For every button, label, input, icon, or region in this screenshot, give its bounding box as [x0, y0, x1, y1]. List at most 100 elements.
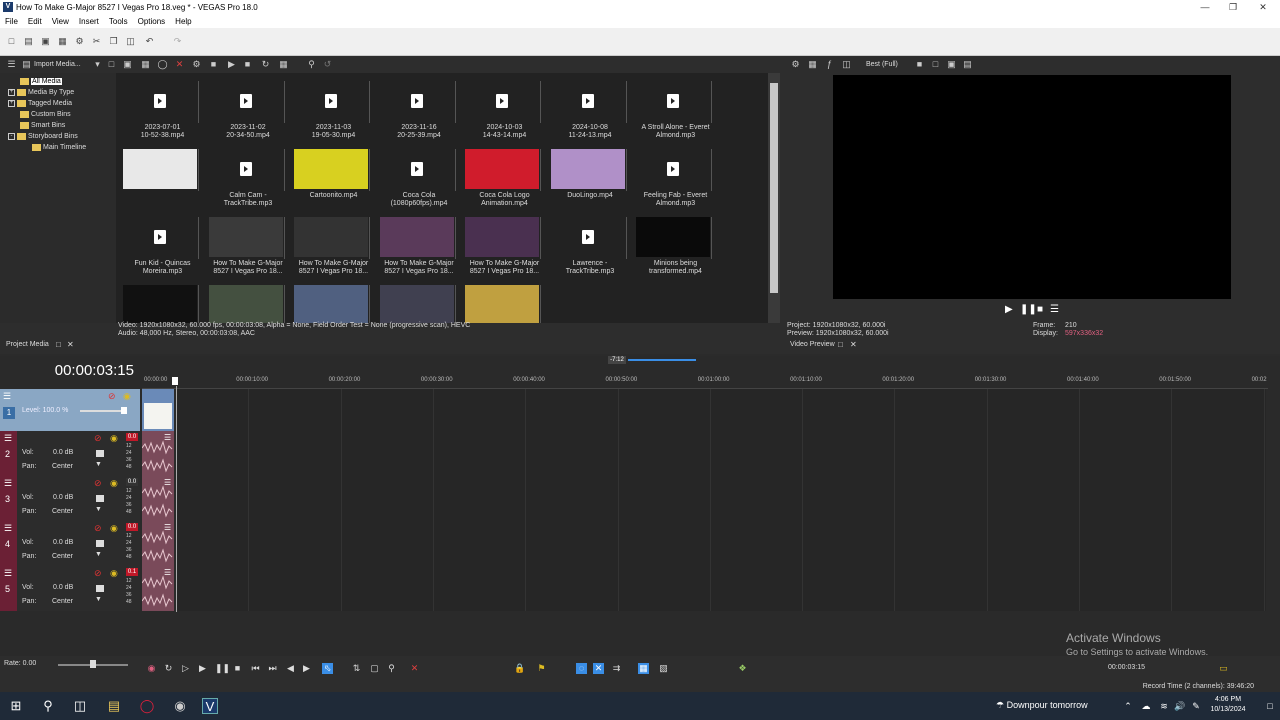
search-icon[interactable]: ⚲: [40, 698, 56, 714]
play-icon[interactable]: ▶: [197, 663, 208, 674]
project-media-menu-icon[interactable]: ☰: [6, 59, 17, 70]
mute-icon[interactable]: ⊘: [94, 568, 102, 579]
ignore-grouping-icon[interactable]: ▧: [658, 663, 669, 674]
copy-snapshot-icon[interactable]: ▣: [946, 59, 957, 70]
media-item[interactable]: DuoLingo.mp4: [548, 145, 633, 213]
delete-icon[interactable]: ✕: [174, 59, 185, 70]
media-item[interactable]: [120, 145, 205, 213]
tree-smart-bins[interactable]: Smart Bins: [20, 120, 65, 130]
play-icon[interactable]: ▶: [226, 59, 237, 70]
playhead-marker[interactable]: [172, 377, 178, 385]
clip-menu-icon[interactable]: ☰: [164, 568, 171, 577]
media-item[interactable]: [377, 281, 462, 323]
open-folder-icon[interactable]: ▤: [23, 36, 34, 47]
minimize-button[interactable]: —: [1190, 1, 1220, 14]
go-to-end-icon[interactable]: ⏭: [267, 663, 278, 674]
media-item[interactable]: [462, 281, 547, 323]
media-scrollbar[interactable]: [768, 73, 780, 323]
cut-icon[interactable]: ✂: [91, 36, 102, 47]
preview-menu-icon[interactable]: ☰: [1050, 304, 1059, 315]
obs-icon[interactable]: ◉: [172, 698, 188, 714]
save-icon[interactable]: ▣: [40, 36, 51, 47]
overlays-icon[interactable]: ■: [914, 59, 925, 70]
solo-icon[interactable]: ◉: [110, 523, 118, 534]
track-menu-icon[interactable]: ☰: [4, 523, 12, 534]
media-item[interactable]: A Stroll Alone - Everet Almond.mp3: [633, 77, 718, 145]
undo-icon[interactable]: ↶: [144, 36, 155, 47]
remove-unused-icon[interactable]: ◯: [157, 59, 168, 70]
preview-quality-select[interactable]: Best (Full): [866, 61, 898, 68]
project-media-tab[interactable]: Project Media □ ✕: [0, 340, 120, 350]
stop-icon[interactable]: ■: [208, 59, 219, 70]
lock-envelopes-icon[interactable]: ▦: [638, 663, 649, 674]
zoom-tool-icon[interactable]: ⚲: [386, 663, 397, 674]
scroll-thumb[interactable]: [770, 83, 778, 293]
tree-custom-bins[interactable]: Custom Bins: [20, 109, 71, 119]
copy-icon[interactable]: ❐: [108, 36, 119, 47]
tree-main-timeline[interactable]: Main Timeline: [32, 142, 86, 152]
close-window-button[interactable]: ✕: [1248, 1, 1278, 14]
split-screen-icon[interactable]: ◫: [841, 59, 852, 70]
views-icon[interactable]: ▦: [278, 59, 289, 70]
envelope-tool-icon[interactable]: ⇅: [351, 663, 362, 674]
close-tab-icon[interactable]: ✕: [850, 340, 857, 349]
audio-clip[interactable]: ☰: [142, 566, 174, 611]
mute-icon[interactable]: ⊘: [94, 523, 102, 534]
media-item[interactable]: 2023-11-16 20-25-39.mp4: [377, 77, 462, 145]
save-snapshot-icon[interactable]: ▤: [962, 59, 973, 70]
pan-slider-thumb[interactable]: ▼: [95, 596, 102, 603]
media-item[interactable]: Feeling Fab - Everet Almond.mp3: [633, 145, 718, 213]
media-item[interactable]: Fun Kid - Quincas Moreira.mp3: [120, 213, 205, 281]
mute-icon[interactable]: ⊘: [108, 391, 116, 402]
stop-icon[interactable]: ■: [232, 663, 243, 674]
volume-slider-thumb[interactable]: [96, 585, 104, 592]
render-icon[interactable]: ▦: [57, 36, 68, 47]
solo-icon[interactable]: ◉: [110, 478, 118, 489]
tree-media-by-type[interactable]: + Media By Type: [8, 87, 74, 97]
file-explorer-icon[interactable]: ▤: [106, 698, 122, 714]
new-project-icon[interactable]: □: [6, 36, 17, 47]
tree-storyboard-bins[interactable]: - Storyboard Bins: [8, 131, 78, 141]
loop-playback-icon[interactable]: ↻: [163, 663, 174, 674]
media-item[interactable]: How To Make G-Major 8527 I Vegas Pro 18.…: [462, 213, 547, 281]
auto-preview-icon[interactable]: ↻: [260, 59, 271, 70]
play-from-start-icon[interactable]: ▷: [180, 663, 191, 674]
level-slider[interactable]: [80, 410, 125, 412]
pan-slider-thumb[interactable]: ▼: [95, 506, 102, 513]
volume-slider-thumb[interactable]: [96, 540, 104, 547]
solo-icon[interactable]: ◉: [123, 391, 131, 402]
clip-menu-icon[interactable]: ☰: [164, 478, 171, 487]
snapping-icon[interactable]: ◌: [576, 663, 587, 674]
clip-menu-icon[interactable]: ☰: [164, 433, 171, 442]
split-view-icon[interactable]: □: [930, 59, 941, 70]
audio-track-header[interactable]: ☰ 3 Vol: 0.0 dB Pan: Center ▼ ⊘ ◉ 0.0: [0, 476, 140, 521]
tracks-area[interactable]: [176, 389, 1266, 611]
preview-device-icon[interactable]: ▦: [807, 59, 818, 70]
preview-stop-icon[interactable]: ■: [1037, 304, 1043, 315]
windows-start-icon[interactable]: ⊞: [8, 698, 24, 714]
task-view-icon[interactable]: ◫: [72, 698, 88, 714]
volume-slider-thumb[interactable]: [96, 495, 104, 502]
media-item[interactable]: How To Make G-Major 8527 I Vegas Pro 18.…: [377, 213, 462, 281]
marker-icon[interactable]: ⚑: [536, 663, 547, 674]
audio-track-header[interactable]: ☰ 5 Vol: 0.0 dB Pan: Center ▼ ⊘ ◉ 0.1: [0, 566, 140, 611]
media-item[interactable]: Cartoonito.mp4: [291, 145, 376, 213]
go-to-start-icon[interactable]: ⏮: [250, 663, 261, 674]
volume-slider-thumb[interactable]: [96, 450, 104, 457]
redo-icon[interactable]: ↷: [172, 36, 183, 47]
tree-tagged-media[interactable]: + Tagged Media: [8, 98, 72, 108]
timeline-ruler[interactable]: 00:00:00 00:00:10:00 00:00:20:00 00:00:30:0…: [142, 375, 1268, 389]
video-fx-icon[interactable]: ƒ: [824, 59, 835, 70]
media-item[interactable]: 2024-10-03 14-43-14.mp4: [462, 77, 547, 145]
preview-settings-icon[interactable]: ⚙: [790, 59, 801, 70]
record-icon[interactable]: ◉: [146, 663, 157, 674]
menu-edit[interactable]: Edit: [23, 15, 47, 26]
expand-icon[interactable]: +: [8, 99, 15, 107]
audio-clip[interactable]: ☰: [142, 476, 174, 521]
solo-icon[interactable]: ◉: [110, 433, 118, 444]
menu-help[interactable]: Help: [170, 15, 196, 26]
weather-widget[interactable]: ☂ Downpour tomorrow: [996, 700, 1116, 712]
audio-clip[interactable]: ☰: [142, 521, 174, 566]
media-item[interactable]: 2023-07-01 10-52-38.mp4: [120, 77, 205, 145]
level-slider-thumb[interactable]: [121, 407, 127, 414]
